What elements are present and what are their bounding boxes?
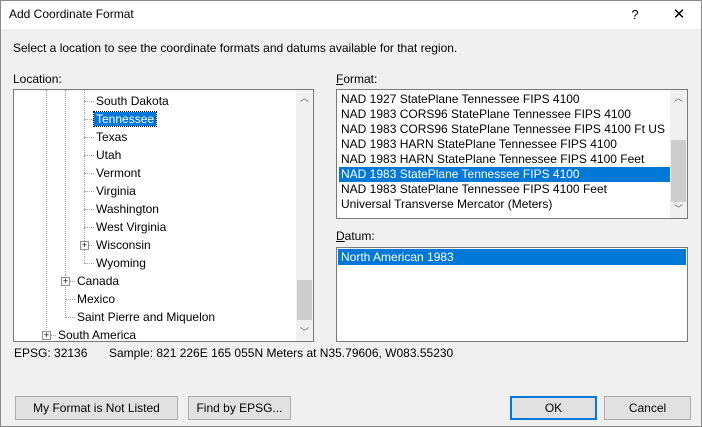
tree-line [84,119,94,120]
chevron-up-icon[interactable]: ︿ [670,90,687,107]
location-scrollbar[interactable]: ︿ ﹀ [296,90,313,341]
tree-item-label: Virginia [96,184,136,198]
list-item[interactable]: NAD 1983 CORS96 StatePlane Tennessee FIP… [339,122,670,137]
tree-item-south-dakota[interactable]: South Dakota [94,92,171,110]
title-bar: Add Coordinate Format ? ✕ [1,1,701,29]
chevron-down-icon[interactable]: ﹀ [296,324,313,341]
tree-line [84,90,85,263]
list-item[interactable]: NAD 1983 HARN StatePlane Tennessee FIPS … [339,137,670,152]
location-tree[interactable]: South Dakota Tennessee Texas Utah Vermon… [13,89,314,342]
tree-line [84,155,94,156]
tree-item-label: South America [58,328,137,342]
tree-item-virginia[interactable]: Virginia [94,182,138,200]
chevron-up-icon[interactable]: ︿ [296,90,313,107]
tree-item-label: Wisconsin [96,238,151,252]
tree-line [84,263,94,264]
add-coordinate-format-dialog: Add Coordinate Format ? ✕ Select a locat… [0,0,702,427]
tree-item-label: Utah [96,148,122,162]
tree-item-canada[interactable]: Canada [75,272,121,290]
tree-item-wisconsin[interactable]: Wisconsin [94,236,153,254]
tree-line [84,101,94,102]
tree-item-label: Texas [96,130,128,144]
tree-item-label: West Virginia [96,220,167,234]
format-label-text: ormat: [343,72,378,86]
tree-line [84,227,94,228]
list-item[interactable]: NAD 1983 StatePlane Tennessee FIPS 4100 … [339,182,670,197]
format-scrollbar[interactable]: ︿ ﹀ [670,90,687,218]
list-item[interactable]: NAD 1983 CORS96 StatePlane Tennessee FIP… [339,107,670,122]
tree-item-label: Vermont [96,166,141,180]
tree-item-vermont[interactable]: Vermont [94,164,143,182]
tree-line [84,137,94,138]
tree-item-washington[interactable]: Washington [94,200,161,218]
tree-item-label: Wyoming [96,256,146,270]
tree-item-label: Mexico [77,292,116,306]
tree-item-texas[interactable]: Texas [94,128,129,146]
sample-coordinates: Sample: 821 226E 165 055N Meters at N35.… [109,346,454,360]
tree-line [84,173,94,174]
scrollbar-thumb[interactable] [297,280,312,320]
tree-line [84,209,94,210]
location-label: Location: [13,72,62,86]
format-list[interactable]: NAD 1927 StatePlane Tennessee FIPS 4100 … [336,89,688,219]
instructions-text: Select a location to see the coordinate … [13,41,458,55]
help-button[interactable]: ? [621,1,649,29]
tree-item-south-america[interactable]: South America [56,326,138,342]
scrollbar-thumb[interactable] [671,140,686,202]
datum-list[interactable]: North American 1983 [336,247,688,342]
chevron-down-icon[interactable]: ﹀ [670,201,687,218]
tree-item-utah[interactable]: Utah [94,146,123,164]
find-by-epsg-button[interactable]: Find by EPSG... [188,396,291,420]
tree-item-saint-pierre-and-miquelon[interactable]: Saint Pierre and Miquelon [75,308,217,326]
tree-line [46,90,47,336]
tree-item-mexico[interactable]: Mexico [75,290,117,308]
datum-item-selected[interactable]: North American 1983 [338,249,686,265]
tree-item-label: South Dakota [96,94,169,108]
datum-label-accesskey: D [336,229,345,243]
expand-icon[interactable]: + [42,331,51,340]
datum-label: Datum: [336,229,375,243]
format-label: Format: [336,72,377,86]
window-title: Add Coordinate Format [9,7,134,21]
close-button[interactable]: ✕ [659,1,699,29]
tree-item-west-virginia[interactable]: West Virginia [94,218,168,236]
tree-item-wyoming[interactable]: Wyoming [94,254,148,272]
tree-item-label: Saint Pierre and Miquelon [77,310,216,324]
tree-line [84,191,94,192]
list-item[interactable]: NAD 1983 HARN StatePlane Tennessee FIPS … [339,152,670,167]
cancel-button[interactable]: Cancel [604,396,691,420]
list-item-selected[interactable]: NAD 1983 StatePlane Tennessee FIPS 4100 [339,167,670,182]
tree-item-label: Tennessee [92,111,158,127]
tree-item-label: Canada [77,274,120,288]
my-format-not-listed-button[interactable]: My Format is Not Listed [15,396,178,420]
ok-button[interactable]: OK [510,396,597,420]
list-item[interactable]: NAD 1927 StatePlane Tennessee FIPS 4100 [339,92,670,107]
list-item[interactable]: Universal Transverse Mercator (Meters) [339,197,670,212]
expand-icon[interactable]: + [80,241,89,250]
expand-icon[interactable]: + [61,277,70,286]
datum-label-text: atum: [344,229,375,243]
tree-line [65,299,75,300]
epsg-code: EPSG: 32136 [14,346,88,360]
tree-item-label: Washington [96,202,159,216]
tree-line [65,317,75,318]
tree-item-tennessee[interactable]: Tennessee [92,110,158,128]
